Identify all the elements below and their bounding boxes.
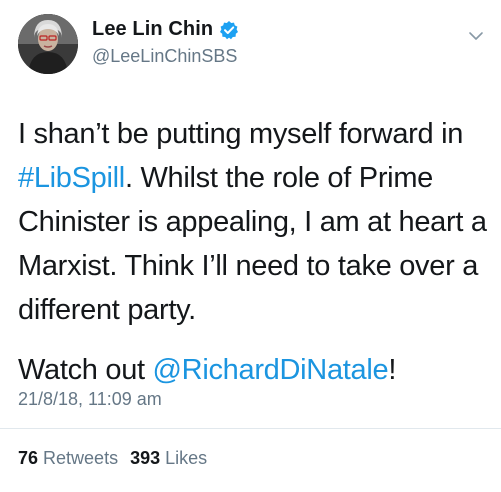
hashtag-link[interactable]: #LibSpill [18,162,125,194]
divider [0,428,501,429]
user-handle[interactable]: @LeeLinChinSBS [92,46,237,67]
verified-badge-icon [219,20,239,40]
avatar-image [18,14,78,74]
tweet-stats: 76 Retweets 393 Likes [18,448,207,469]
tweet-text: I shan’t be putting myself forward in #L… [18,112,488,392]
chevron-down-icon[interactable] [468,30,484,42]
retweets-label: Retweets [43,448,119,468]
retweets-count: 76 [18,448,39,468]
tweet-card: Lee Lin Chin @LeeLinChinSBS I shan’t be … [0,0,501,492]
retweets-stat[interactable]: 76 Retweets [18,448,118,469]
tweet-timestamp[interactable]: 21/8/18, 11:09 am [18,389,162,410]
tweet-paragraph: Watch out @RichardDiNatale! [18,348,488,392]
likes-count: 393 [130,448,161,468]
tweet-text-start: Watch out [18,354,153,386]
mention-link[interactable]: @RichardDiNatale [153,354,389,386]
author-name-row: Lee Lin Chin [92,18,239,41]
display-name[interactable]: Lee Lin Chin [92,18,213,41]
avatar[interactable] [18,14,78,74]
tweet-text-end: ! [388,354,397,386]
likes-stat[interactable]: 393 Likes [130,448,207,469]
tweet-paragraph: I shan’t be putting myself forward in #L… [18,112,488,332]
likes-label: Likes [165,448,208,468]
tweet-text-start: I shan’t be putting myself forward in [18,118,464,150]
